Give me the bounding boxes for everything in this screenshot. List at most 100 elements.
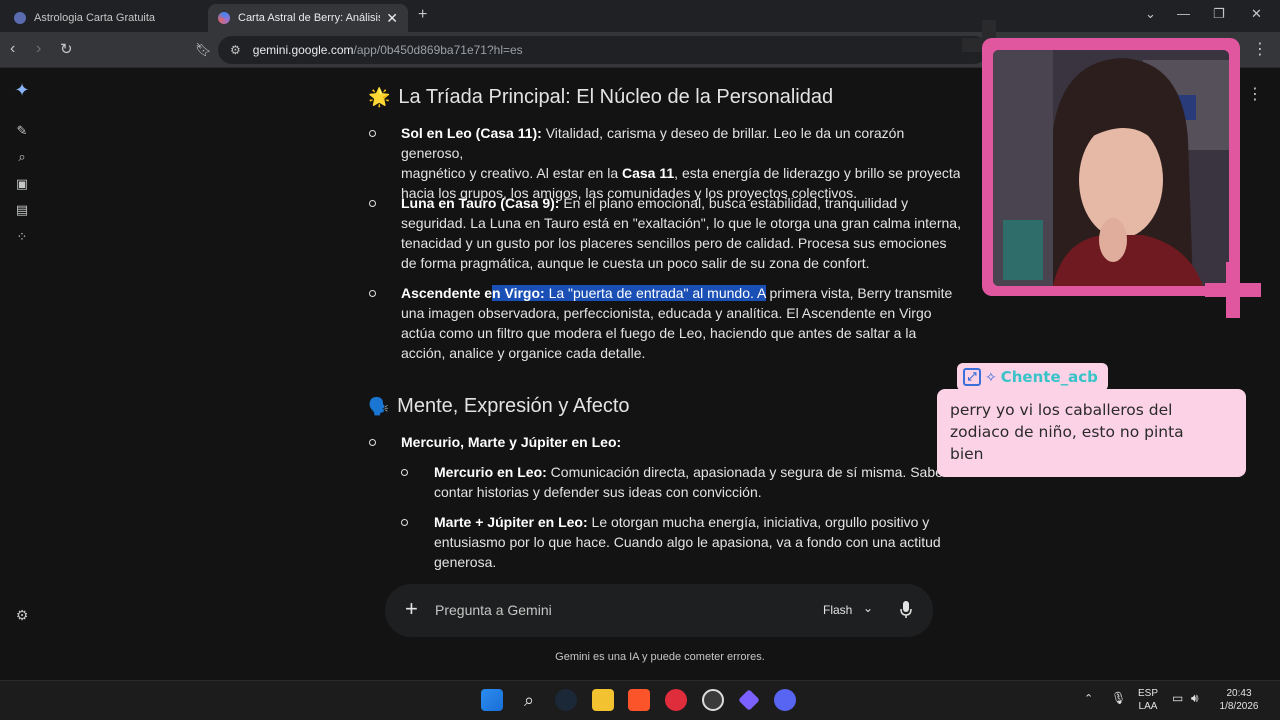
close-tab-icon[interactable]: ✕ <box>386 10 398 27</box>
site-info-icon[interactable]: ⚙︎ <box>230 43 241 57</box>
menu-icon[interactable]: ⋮ <box>1252 39 1268 59</box>
vip-badge-icon: ⤢ <box>963 368 981 386</box>
disclaimer: Gemini es una IA y puede cometer errores… <box>555 651 765 663</box>
item-text: una imagen observadora, perfeccionista, … <box>401 305 932 321</box>
tray-chevron-icon[interactable]: ⌃ <box>1084 693 1093 706</box>
item-text: seguridad. La Luna en Tauro está en "exa… <box>401 215 960 231</box>
item-text: magnético y creativo. Al estar en la <box>401 165 622 181</box>
clock[interactable]: 20:43 1/8/2026 <box>1214 687 1264 713</box>
sun-emoji-icon: 🌟 <box>368 87 391 107</box>
microphone-tray-icon[interactable]: 🎙︎ <box>1111 692 1126 705</box>
search-icon[interactable]: ⌕ <box>518 689 540 711</box>
gemini-sidebar: ✦ ✎ ⌕ ▣ ▤ ⁘ ⚙ <box>0 68 44 678</box>
discord-icon[interactable] <box>774 689 796 711</box>
streamer-image <box>993 50 1229 286</box>
address-bar[interactable]: ⚙︎ gemini.google.com/app/0b450d869ba71e7… <box>218 36 988 64</box>
item-label: Sol en Leo (Casa 11): <box>401 125 542 141</box>
microphone-icon[interactable] <box>900 601 912 619</box>
clock-date: 1/8/2026 <box>1219 701 1259 712</box>
sparkle-badge-icon: ✧ <box>985 368 997 385</box>
list-item-sol: Sol en Leo (Casa 11): Vitalidad, carisma… <box>401 123 960 203</box>
section-title: Mente, Expresión y Afecto <box>397 395 630 417</box>
chat-username-tag: ⤢ ✧ Chente_acb <box>957 363 1108 391</box>
search-icon[interactable]: ⌕ <box>14 149 30 165</box>
prompt-input[interactable]: Pregunta a Gemini <box>435 602 552 618</box>
gemini-favicon-icon <box>218 12 230 24</box>
tab-gemini[interactable]: Carta Astral de Berry: Análisis Pr ✕ <box>208 4 408 32</box>
clock-time: 20:43 <box>1226 688 1252 699</box>
keyboard-layout: LAA <box>1138 701 1158 712</box>
tab-title: Astrologia Carta Gratuita <box>34 12 156 24</box>
bookmark-icon[interactable]: 🔖︎ <box>195 42 212 58</box>
brave-browser-icon[interactable] <box>628 689 650 711</box>
chat-message: perry yo vi los caballeros del zodiaco d… <box>937 389 1246 477</box>
tab-bar: Astrologia Carta Gratuita Carta Astral d… <box>0 0 1280 32</box>
sub-bullet-icon <box>401 519 408 526</box>
windows-taskbar: ⌕ ⌃ 🎙︎ ESP LAA ▭ 🔊︎ 20:43 1/8/2026 <box>0 680 1280 720</box>
file-explorer-icon[interactable] <box>592 689 614 711</box>
prompt-box[interactable]: + Pregunta a Gemini Flash ⌄ <box>385 584 933 637</box>
item-text: acción, analice y organice cada detalle. <box>401 345 646 361</box>
steam-icon[interactable] <box>555 689 577 711</box>
maximize-icon[interactable]: ❐ <box>1213 6 1225 22</box>
item-label: Mercurio, Marte y Júpiter en Leo: <box>401 434 622 450</box>
new-tab-icon[interactable]: + <box>418 6 427 24</box>
sub-item-marte-jupiter: Marte + Júpiter en Leo: Le otorgan mucha… <box>434 512 960 572</box>
gallery-icon[interactable]: ▣ <box>14 176 30 192</box>
item-bold: Casa 11 <box>622 165 675 181</box>
windows-start-icon[interactable] <box>481 689 503 711</box>
section-heading: 🌟 La Tríada Principal: El Núcleo de la P… <box>368 86 833 109</box>
tab-search-icon[interactable]: ⌄ <box>1145 6 1156 22</box>
chat-message-line: perry yo vi los caballeros del <box>950 401 1173 419</box>
minimize-icon[interactable]: — <box>1177 6 1190 21</box>
streaming-app-icon[interactable] <box>738 689 760 711</box>
item-text: primera vista, Berry transmite <box>765 285 953 301</box>
item-text: , esta energía de liderazgo y brillo se … <box>674 165 960 181</box>
item-label: n Virgo: <box>492 285 545 301</box>
sub-item-mercurio: Mercurio en Leo: Comunicación directa, a… <box>434 462 960 502</box>
volume-icon[interactable]: 🔊︎ <box>1191 692 1199 705</box>
back-icon[interactable]: ‹ <box>10 40 15 58</box>
language-code: ESP <box>1137 688 1158 699</box>
forward-icon[interactable]: › <box>36 40 41 58</box>
item-text: generosa. <box>434 554 497 570</box>
tab-astrologia[interactable]: Astrologia Carta Gratuita <box>4 4 204 32</box>
item-text: de forma pragmática, aunque le cuesta un… <box>401 255 870 271</box>
url-path: /app/0b450d869ba71e71?hl=es <box>353 43 523 57</box>
settings-icon[interactable]: ⚙ <box>14 607 30 623</box>
chat-message-line: bien <box>950 445 984 463</box>
item-text: Le otorgan mucha energía, iniciativa, or… <box>587 514 930 530</box>
gemini-logo-icon[interactable]: ✦ <box>14 81 30 99</box>
url-host: gemini.google.com <box>252 43 354 57</box>
close-window-icon[interactable]: ✕ <box>1251 6 1262 22</box>
speaking-head-emoji-icon: 🗣️ <box>368 396 390 416</box>
bullet-icon <box>369 130 376 137</box>
language-indicator[interactable]: ESP LAA <box>1136 687 1160 713</box>
item-label: Marte + Júpiter en Leo: <box>434 514 588 530</box>
tab-title: Carta Astral de Berry: Análisis Pr <box>238 12 381 24</box>
item-text: entusiasmo por lo que hace. Cuando algo … <box>434 534 941 550</box>
apps-icon[interactable]: ⁘ <box>14 229 30 245</box>
chat-response: 🌟 La Tríada Principal: El Núcleo de la P… <box>360 68 960 578</box>
library-icon[interactable]: ▤ <box>14 202 30 218</box>
more-options-icon[interactable]: ⋮ <box>1247 84 1263 104</box>
list-item-ascendente: Ascendente en Virgo: La "puerta de entra… <box>401 283 960 363</box>
item-label: Luna en Tauro (Casa 9): <box>401 195 560 211</box>
chat-username: Chente_acb <box>1000 368 1098 386</box>
media-player-icon[interactable] <box>665 689 687 711</box>
item-text: contar historias y defender sus ideas co… <box>434 484 762 500</box>
item-text: En el plano emocional, busca estabilidad… <box>559 195 909 211</box>
add-attachment-icon[interactable]: + <box>405 598 418 620</box>
new-chat-icon[interactable]: ✎ <box>14 123 30 139</box>
section-title: La Tríada Principal: El Núcleo de la Per… <box>398 86 834 108</box>
obs-icon[interactable] <box>702 689 724 711</box>
bullet-icon <box>369 200 376 207</box>
item-text: actúa como un filtro que modera el fuego… <box>401 325 917 341</box>
section-heading: 🗣️ Mente, Expresión y Afecto <box>368 395 630 418</box>
bullet-icon <box>369 439 376 446</box>
item-text: tenacidad y un gusto por los placeres se… <box>401 235 947 251</box>
reload-icon[interactable]: ↻ <box>60 40 73 58</box>
network-icon[interactable]: ▭ <box>1172 692 1183 705</box>
chevron-down-icon[interactable]: ⌄ <box>863 601 873 615</box>
model-selector[interactable]: Flash <box>823 603 852 617</box>
